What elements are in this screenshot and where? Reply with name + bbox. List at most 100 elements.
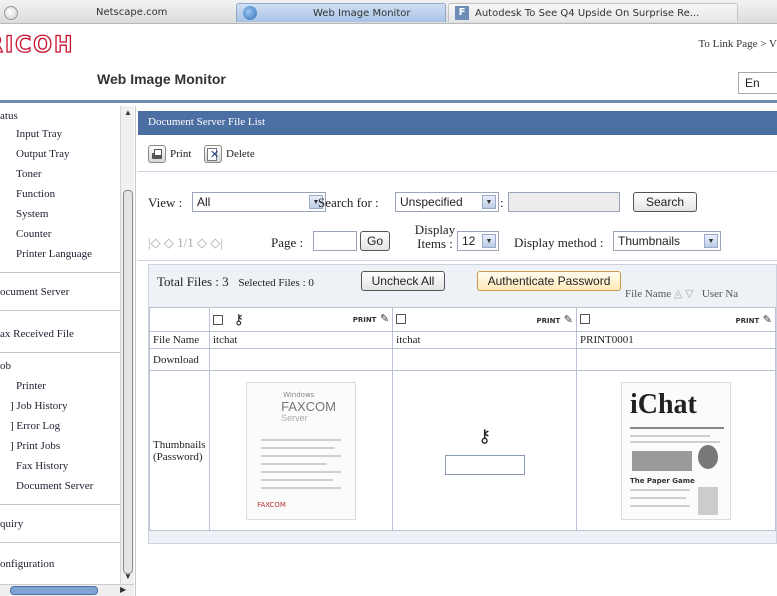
scroll-down-icon[interactable]: ▼ xyxy=(121,570,135,584)
print-icon: PRINT xyxy=(536,317,561,325)
select-checkbox[interactable] xyxy=(579,314,590,325)
display-method-select[interactable]: Thumbnails ▼ xyxy=(613,231,721,251)
nav-status[interactable]: atus xyxy=(0,110,18,122)
tab-label: Web Image Monitor xyxy=(313,7,411,19)
main-panel: Document Server File List Print Delete V… xyxy=(138,103,777,596)
nav-output-tray[interactable]: Output Tray xyxy=(16,148,70,160)
nav-error-log[interactable]: ] Error Log xyxy=(10,420,60,432)
browser-tab-bar: Netscape.com Web Image Monitor F Autodes… xyxy=(0,0,777,24)
password-input[interactable] xyxy=(444,455,525,475)
table-row: File Name itchat itchat PRINT0001 xyxy=(149,331,777,349)
thumb-text: The Paper Game xyxy=(629,476,695,485)
nav-input-tray[interactable]: Input Tray xyxy=(16,128,62,140)
search-for-label: Search for : xyxy=(318,195,379,210)
print-icons[interactable]: PRINT ✎ xyxy=(353,312,389,325)
sort-arrows-icon[interactable]: ◬ ▽ xyxy=(674,288,694,300)
globe-icon xyxy=(4,5,18,20)
nav-inquiry[interactable]: quiry xyxy=(0,518,23,530)
search-input[interactable] xyxy=(508,192,620,212)
tab-label: Autodesk To See Q4 Upside On Surprise Re… xyxy=(475,7,700,19)
selected-files: Selected Files : 0 xyxy=(238,277,314,289)
nav-system[interactable]: System xyxy=(16,208,48,220)
nav-divider xyxy=(0,504,122,505)
document-thumbnail[interactable]: Windows FAXCOM Server FAXCOM xyxy=(246,381,357,520)
uncheck-all-button[interactable]: Uncheck All xyxy=(361,271,445,291)
nav-divider xyxy=(0,310,122,311)
display-items-value: 12 xyxy=(462,234,476,248)
thumb-text: iChat xyxy=(629,388,697,420)
page-number-input[interactable] xyxy=(313,231,357,251)
view-label: View : xyxy=(148,195,183,210)
to-link-page-link[interactable]: To Link Page > V xyxy=(698,38,777,50)
view-value: All xyxy=(197,195,211,209)
nav-fax-history[interactable]: Fax History xyxy=(16,460,68,472)
page-header: RICOH To Link Page > V Web Image Monitor… xyxy=(0,24,777,94)
row-label: Thumbnails (Password) xyxy=(149,370,210,531)
divider xyxy=(138,171,777,172)
authenticate-password-button[interactable]: Authenticate Password xyxy=(477,271,621,291)
print-button[interactable]: Print xyxy=(148,143,191,165)
delete-icon xyxy=(204,145,222,163)
row-label: Download xyxy=(149,348,210,371)
search-field-select[interactable]: Unspecified ▼ xyxy=(395,192,499,212)
chevron-down-icon: ▼ xyxy=(704,234,718,248)
table-row: Thumbnails (Password) Windows FAXCOM Ser… xyxy=(149,370,777,531)
display-method-label: Display method : xyxy=(514,235,604,250)
scroll-right-icon[interactable]: ▶ xyxy=(120,585,126,594)
nav-job[interactable]: ob xyxy=(0,360,11,372)
view-select[interactable]: All ▼ xyxy=(192,192,326,212)
sidebar-horizontal-scrollbar[interactable]: ▶ xyxy=(0,584,134,596)
display-items-select[interactable]: 12 ▼ xyxy=(457,231,499,251)
pager-controls[interactable]: |◇ ◇ 1/1 ◇ ◇| xyxy=(148,235,223,251)
table-row: Download xyxy=(149,348,777,371)
key-icon: ⚷ xyxy=(477,426,492,447)
sort-file-name[interactable]: File Name xyxy=(625,288,671,300)
download-cell xyxy=(392,348,577,371)
printer-icon xyxy=(148,145,166,163)
nav-document-server-log[interactable]: Document Server xyxy=(16,480,93,492)
tab-netscape[interactable]: Netscape.com xyxy=(0,3,232,22)
sidebar-scrollbar[interactable]: ▲ ▼ xyxy=(120,106,134,596)
table-row: ⚷ PRINT ✎ PRINT ✎ PRINT ✎ xyxy=(149,307,777,332)
language-select[interactable]: En xyxy=(738,72,777,94)
thumb-text: Server xyxy=(281,412,308,423)
page-label: Page : xyxy=(271,235,304,250)
nav-job-history[interactable]: ] Job History xyxy=(10,400,67,412)
divider xyxy=(138,260,777,261)
search-colon: : xyxy=(500,195,504,210)
nav-divider xyxy=(0,542,122,543)
search-button[interactable]: Search xyxy=(633,192,697,212)
print-icons[interactable]: PRINT ✎ xyxy=(736,313,772,326)
scrollbar-thumb[interactable] xyxy=(10,586,98,595)
print-icons[interactable]: PRINT ✎ xyxy=(537,313,573,326)
nav-printer[interactable]: Printer xyxy=(16,380,46,392)
document-thumbnail[interactable]: iChat The Paper Game xyxy=(620,381,731,520)
select-checkbox[interactable] xyxy=(396,314,407,325)
scroll-up-icon[interactable]: ▲ xyxy=(121,106,135,120)
file-name-cell: itchat xyxy=(208,331,394,349)
tab-web-image-monitor[interactable]: Web Image Monitor xyxy=(236,3,446,22)
thumb-text: FAXCOM xyxy=(257,500,286,509)
go-button[interactable]: Go xyxy=(360,231,390,251)
sort-user-name[interactable]: User Na xyxy=(702,288,738,300)
select-checkbox[interactable] xyxy=(212,314,223,325)
nav-divider xyxy=(0,272,122,273)
nav-document-server[interactable]: ocument Server xyxy=(0,286,69,298)
download-cell xyxy=(208,348,394,371)
file-header-cell: ⚷ PRINT ✎ xyxy=(208,307,394,332)
nav-printer-language[interactable]: Printer Language xyxy=(16,248,92,260)
nav-configuration[interactable]: onfiguration xyxy=(0,558,54,570)
row-label: File Name xyxy=(149,331,210,349)
nav-toner[interactable]: Toner xyxy=(16,168,42,180)
delete-button[interactable]: Delete xyxy=(204,143,255,165)
nav-counter[interactable]: Counter xyxy=(16,228,51,240)
file-table: ⚷ PRINT ✎ PRINT ✎ PRINT ✎ File Name itch… xyxy=(149,307,777,531)
nav-fax-received-file[interactable]: ax Received File xyxy=(0,328,74,340)
nav-print-jobs[interactable]: ] Print Jobs xyxy=(10,440,60,452)
scrollbar-thumb[interactable] xyxy=(123,190,133,574)
tab-label: Netscape.com xyxy=(96,7,168,18)
thumbnail-cell: ⚷ xyxy=(392,370,577,531)
nav-function[interactable]: Function xyxy=(16,188,55,200)
app-title: Web Image Monitor xyxy=(97,71,226,87)
tab-autodesk-news[interactable]: F Autodesk To See Q4 Upside On Surprise … xyxy=(448,3,738,22)
